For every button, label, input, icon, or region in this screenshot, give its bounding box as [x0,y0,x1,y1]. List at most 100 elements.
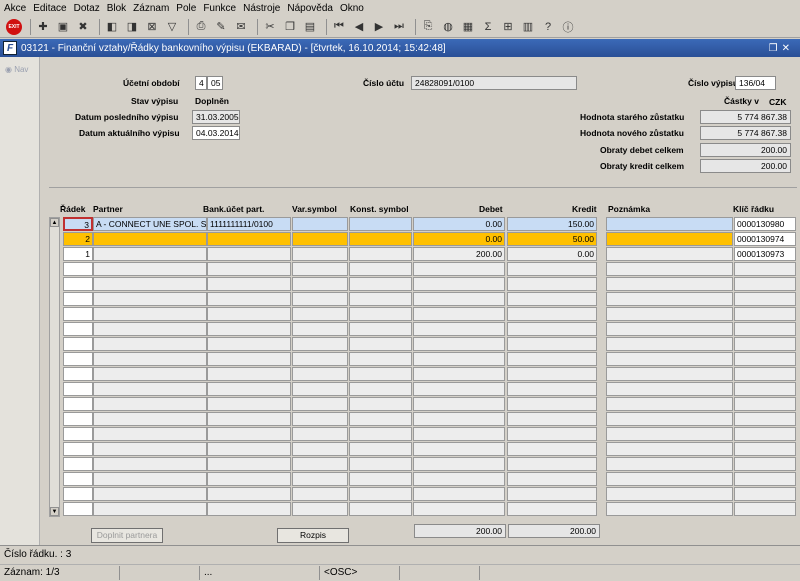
cell-poznamka[interactable] [606,427,733,441]
cell-klic[interactable]: 0000130973 [734,247,796,261]
cell-klic[interactable] [734,487,796,501]
cell-klic[interactable] [734,337,796,351]
cell-konst[interactable] [349,397,412,411]
cell-var[interactable] [292,397,348,411]
cell-var[interactable] [292,262,348,276]
filter-icon[interactable]: ▽ [164,19,180,35]
cell-kredit[interactable] [507,442,597,456]
cell-kredit[interactable] [507,502,597,516]
cell-radek[interactable] [63,367,93,381]
cell-partner[interactable] [93,412,207,426]
cut-icon[interactable]: ✂ [262,19,278,35]
cell-konst[interactable] [349,337,412,351]
cell-radek[interactable] [63,427,93,441]
delete-record-icon[interactable]: ✖ [75,19,91,35]
paste-icon[interactable]: ▤ [302,19,318,35]
cell-debet[interactable] [413,382,505,396]
cell-debet[interactable] [413,397,505,411]
cell-partner[interactable] [93,367,207,381]
cell-debet[interactable] [413,307,505,321]
cell-konst[interactable] [349,247,412,261]
cell-bank[interactable] [207,292,291,306]
cell-debet[interactable] [413,367,505,381]
cell-var[interactable] [292,472,348,486]
cell-poznamka[interactable] [606,442,733,456]
cell-var[interactable] [292,352,348,366]
cell-kredit[interactable]: 0.00 [507,247,597,261]
cell-konst[interactable] [349,307,412,321]
cell-klic[interactable] [734,397,796,411]
cell-debet[interactable] [413,262,505,276]
cell-kredit[interactable] [507,487,597,501]
cell-klic[interactable] [734,457,796,471]
cell-bank[interactable] [207,472,291,486]
cell-var[interactable] [292,322,348,336]
cell-kredit[interactable] [507,457,597,471]
cell-var[interactable] [292,382,348,396]
cell-debet[interactable] [413,277,505,291]
cell-radek[interactable] [63,412,93,426]
cell-konst[interactable] [349,367,412,381]
menu-blok[interactable]: Blok [107,3,126,14]
cell-poznamka[interactable] [606,307,733,321]
cislo-uctu-field[interactable]: 24828091/0100 [411,76,577,90]
cell-radek[interactable] [63,382,93,396]
cell-var[interactable] [292,412,348,426]
cell-bank[interactable] [207,427,291,441]
cell-var[interactable] [292,427,348,441]
cell-bank[interactable] [207,247,291,261]
cell-radek[interactable]: 3 [63,217,93,231]
cell-poznamka[interactable] [606,502,733,516]
info-icon[interactable]: ⓘ [560,19,576,35]
query-enter-icon[interactable]: ◧ [104,19,120,35]
cell-debet[interactable] [413,472,505,486]
cell-radek[interactable] [63,322,93,336]
last-record-icon[interactable]: ⏭ [391,19,407,35]
cell-kredit[interactable] [507,262,597,276]
doplnit-partnera-button[interactable]: Doplnit partnera [91,528,163,543]
cell-radek[interactable] [63,337,93,351]
copy-icon[interactable]: ❐ [282,19,298,35]
cell-partner[interactable] [93,472,207,486]
datum-posledniho-field[interactable]: 31.03.2005 [192,110,240,124]
cell-poznamka[interactable] [606,382,733,396]
scroll-up-icon[interactable]: ▲ [50,218,59,227]
cell-poznamka[interactable] [606,487,733,501]
cell-var[interactable] [292,217,348,231]
cell-var[interactable] [292,247,348,261]
cell-konst[interactable] [349,322,412,336]
cell-kredit[interactable] [507,427,597,441]
cell-kredit[interactable] [507,277,597,291]
cell-poznamka[interactable] [606,262,733,276]
cell-debet[interactable] [413,292,505,306]
cell-konst[interactable] [349,487,412,501]
cell-bank[interactable] [207,367,291,381]
cell-klic[interactable]: 0000130980 [734,217,796,231]
cell-poznamka[interactable] [606,412,733,426]
cell-var[interactable] [292,232,348,246]
cell-konst[interactable] [349,472,412,486]
cell-var[interactable] [292,277,348,291]
cell-var[interactable] [292,487,348,501]
cell-klic[interactable] [734,442,796,456]
cell-bank[interactable]: 1111111111/0100 [207,217,291,231]
cell-klic[interactable] [734,277,796,291]
cell-debet[interactable] [413,337,505,351]
cell-partner[interactable] [93,442,207,456]
sum-icon[interactable]: Σ [480,19,496,35]
insert-record-icon[interactable]: ✚ [35,19,51,35]
cell-poznamka[interactable] [606,292,733,306]
total-debet-field[interactable]: 200.00 [414,524,506,538]
cell-kredit[interactable] [507,367,597,381]
cell-partner[interactable] [93,457,207,471]
cell-partner[interactable] [93,397,207,411]
cell-konst[interactable] [349,352,412,366]
cell-bank[interactable] [207,397,291,411]
cell-konst[interactable] [349,412,412,426]
hodnota-noveho-field[interactable]: 5 774 867.38 [700,126,791,140]
menu-funkce[interactable]: Funkce [203,3,236,14]
cell-konst[interactable] [349,442,412,456]
cell-var[interactable] [292,457,348,471]
first-record-icon[interactable]: ⏮ [331,19,347,35]
cell-radek[interactable]: 1 [63,247,93,261]
